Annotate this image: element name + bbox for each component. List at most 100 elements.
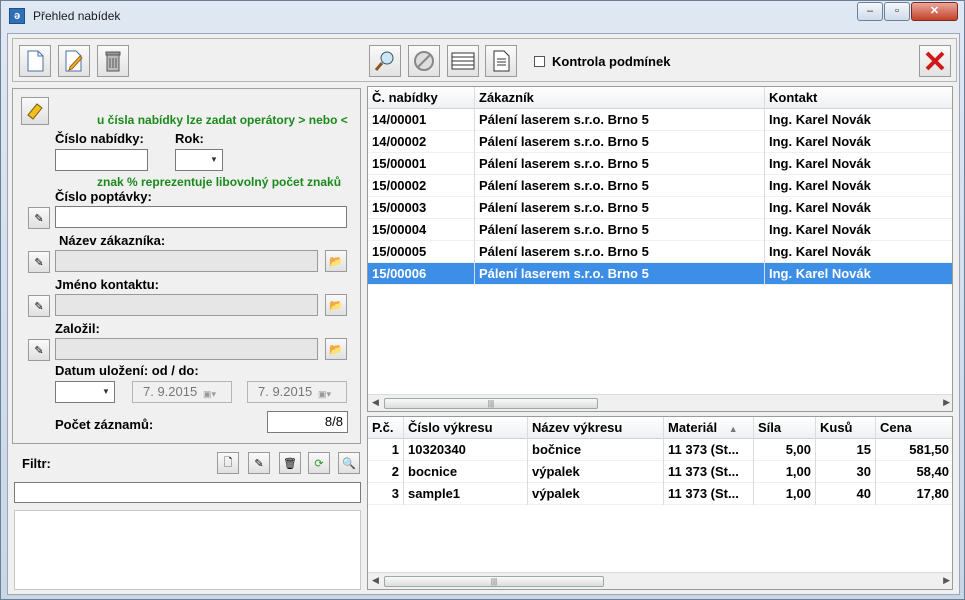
table-row[interactable]: 2 bocnice výpalek 11 373 (St... 1,00 30 58,40 [368,461,952,483]
new-offer-button[interactable] [19,45,51,77]
table-row[interactable]: 15/00003 Pálení laserem s.r.o. Brno 5 Ing.… [368,197,952,219]
table-row[interactable]: 15/00006 Pálení laserem s.r.o. Brno 5 Ing.… [368,263,952,285]
minimize-button[interactable]: – [857,2,883,21]
chevron-down-icon: ▼ [102,387,110,396]
table-row[interactable]: 15/00004 Pálení laserem s.r.o. Brno 5 Ing.… [368,219,952,241]
filter-refresh-button[interactable]: ⟳ [308,452,330,474]
edit-offer-button[interactable] [58,45,90,77]
column-header[interactable]: Číslo výkresu [404,417,528,439]
filter-label: Filtr: [22,456,51,471]
table-cell: 17,80 [876,483,952,505]
client-area: Kontrola podmínek u čísla nabídky lze za… [7,33,960,595]
table-row[interactable]: 1 10320340 bočnice 11 373 (St... 5,00 15 581,5… [368,439,952,461]
column-header[interactable]: Síla [754,417,816,439]
new-document-icon [27,50,44,72]
scroll-right-icon[interactable]: ▶ [943,397,950,408]
filter-edit-button[interactable]: ✎ [248,452,270,474]
date-from-picker[interactable]: 7. 9.2015 ▣▾ [132,381,232,403]
pencil-icon: ✎ [34,344,44,357]
column-header[interactable]: Č. nabídky [368,87,475,109]
drawings-header: P.č. Číslo výkresu Název výkresu Materiá… [368,417,952,439]
toolbar: Kontrola podmínek [12,38,957,82]
new-document-icon: 🗋 [223,456,233,469]
clear-poptavka-button[interactable]: ✎ [28,207,50,229]
scroll-left-icon[interactable]: ◀ [372,397,379,408]
scroll-right-icon[interactable]: ▶ [943,575,950,586]
filter-new-button[interactable]: 🗋 [217,452,239,474]
kontrola-checkbox[interactable] [534,56,545,67]
label-rok: Rok: [175,131,204,146]
column-header[interactable]: Název výkresu [528,417,664,439]
table-cell: 1 [368,439,404,461]
filter-delete-button[interactable]: 🗑 [279,452,301,474]
table-row[interactable]: 14/00001 Pálení laserem s.r.o. Brno 5 Ing.… [368,109,952,131]
cancel-filter-button[interactable] [408,45,440,77]
date-to-picker[interactable]: 7. 9.2015 ▣▾ [247,381,347,403]
select-kontakt-button[interactable]: 📂 [325,294,347,316]
search-button[interactable] [369,45,401,77]
report-button[interactable] [485,45,517,77]
table-row[interactable]: 15/00001 Pálení laserem s.r.o. Brno 5 Ing.… [368,153,952,175]
clear-zalozil-button[interactable]: ✎ [28,339,50,361]
column-header[interactable]: P.č. [368,417,404,439]
column-header[interactable]: Zákazník [475,87,765,109]
datum-mode-select[interactable]: ▼ [55,381,115,403]
table-cell: 14/00002 [368,131,475,153]
trash-icon: 🗑 [283,457,297,470]
label-jmeno-kontaktu: Jméno kontaktu: [55,277,160,292]
table-cell: Pálení laserem s.r.o. Brno 5 [475,197,765,219]
table-cell: Pálení laserem s.r.o. Brno 5 [475,131,765,153]
table-row[interactable]: 14/00002 Pálení laserem s.r.o. Brno 5 Ing.… [368,131,952,153]
column-header[interactable]: Materiál ▲ [664,417,754,439]
scroll-thumb[interactable]: ||| [384,576,604,587]
clear-kontakt-button[interactable]: ✎ [28,295,50,317]
nazev-zakaznika-input[interactable] [55,250,318,272]
report-icon [493,50,510,72]
drawings-hscrollbar[interactable]: ◀ ||| ▶ [368,572,952,589]
column-header[interactable]: Kusů [816,417,876,439]
zalozil-input[interactable] [55,338,318,360]
date-from-value: 7. 9.2015 [143,384,198,399]
kontrola-label: Kontrola podmínek [552,54,671,69]
list-icon [451,52,475,70]
table-cell: 15/00004 [368,219,475,241]
forbidden-icon [414,51,434,71]
cislo-nabidky-input[interactable] [55,149,148,171]
table-cell: 1,00 [754,461,816,483]
scroll-left-icon[interactable]: ◀ [372,575,379,586]
trash-icon [105,51,121,72]
drawings-table: P.č. Číslo výkresu Název výkresu Materiá… [367,416,953,590]
select-zakaznik-button[interactable]: 📂 [325,250,347,272]
table-cell: 58,40 [876,461,952,483]
pencil-icon: ✎ [34,256,44,269]
close-window-button[interactable]: ✕ [911,2,958,21]
rok-select[interactable]: ▼ [175,149,223,171]
filter-list[interactable] [14,510,361,590]
offers-hscrollbar[interactable]: ◀ ||| ▶ [368,394,952,411]
main-window: ǝ Přehled nabídek – ▫ ✕ Kontrola podmíne… [0,0,965,600]
cislo-poptavky-input[interactable] [55,206,347,228]
clear-filter-button[interactable] [21,97,49,125]
column-header[interactable]: Cena [876,417,952,439]
table-cell: 15/00002 [368,175,475,197]
clear-zakaznik-button[interactable]: ✎ [28,251,50,273]
table-cell: Ing. Karel Novák [765,263,952,285]
select-zalozil-button[interactable]: 📂 [325,338,347,360]
scroll-thumb[interactable]: ||| [384,398,598,409]
table-row[interactable]: 15/00002 Pálení laserem s.r.o. Brno 5 Ing.… [368,175,952,197]
table-cell: 5,00 [754,439,816,461]
table-row[interactable]: 3 sample1 výpalek 11 373 (St... 1,00 40 17,80 [368,483,952,505]
table-cell: Pálení laserem s.r.o. Brno 5 [475,175,765,197]
hint-percent: znak % reprezentuje libovolný počet znak… [97,175,342,189]
table-row[interactable]: 15/00005 Pálení laserem s.r.o. Brno 5 Ing.… [368,241,952,263]
list-view-button[interactable] [447,45,479,77]
column-header[interactable]: Kontakt [765,87,952,109]
maximize-button[interactable]: ▫ [884,2,910,21]
filter-search-button[interactable]: 🔍 [338,452,360,474]
jmeno-kontaktu-input[interactable] [55,294,318,316]
filter-input[interactable] [14,482,361,503]
close-button[interactable] [919,45,951,77]
table-cell: 15/00005 [368,241,475,263]
label-datum: Datum uložení: od / do: [55,363,199,378]
delete-offer-button[interactable] [97,45,129,77]
